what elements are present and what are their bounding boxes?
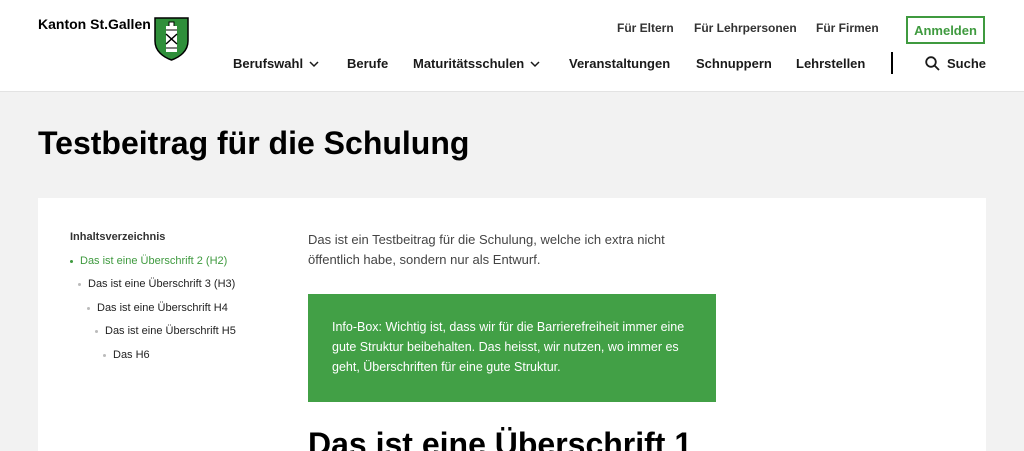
bullet-dot-icon	[87, 306, 90, 310]
page-title: Testbeitrag für die Schulung	[38, 125, 470, 161]
toc-item-label: Das ist eine Überschrift H4	[97, 302, 228, 314]
bullet-dot-icon	[78, 282, 81, 286]
toc-item-h6[interactable]: Das H6	[103, 349, 150, 361]
toc-item-h3[interactable]: Das ist eine Überschrift 3 (H3)	[78, 278, 235, 290]
toc-item-h4[interactable]: Das ist eine Überschrift H4	[87, 302, 228, 314]
nav-label: Berufe	[347, 56, 389, 71]
chevron-down-icon	[309, 60, 319, 67]
nav-schnuppern[interactable]: Schnuppern	[696, 56, 772, 71]
search-icon	[925, 56, 940, 71]
info-box-text: Info-Box: Wichtig ist, dass wir für die …	[332, 320, 685, 374]
toc-item-h2[interactable]: Das ist eine Überschrift 2 (H2)	[70, 255, 227, 267]
nav-divider	[891, 52, 893, 74]
coat-of-arms-icon[interactable]	[153, 17, 190, 61]
nav-label: Berufswahl	[233, 56, 304, 71]
search-label: Suche	[947, 56, 987, 71]
nav-berufe[interactable]: Berufe	[347, 56, 388, 71]
site-header: Kanton St.Gallen Für Eltern Für Lehrpers…	[0, 0, 1024, 92]
chevron-down-icon	[530, 60, 540, 67]
toc-item-label: Das ist eine Überschrift H5	[105, 325, 236, 337]
nav-label: Maturitätsschulen	[413, 56, 525, 71]
bullet-dot-icon	[103, 353, 106, 357]
nav-label: Lehrstellen	[796, 56, 866, 71]
toc-item-label: Das H6	[113, 349, 150, 361]
toc-title: Inhaltsverzeichnis	[70, 231, 166, 243]
toc-item-label: Das ist eine Überschrift 2 (H2)	[80, 255, 228, 267]
brand-name[interactable]: Kanton St.Gallen	[38, 16, 151, 32]
nav-maturitaetsschulen[interactable]: Maturitätsschulen	[413, 56, 540, 71]
bullet-dot-icon	[95, 329, 98, 333]
util-link-eltern[interactable]: Für Eltern	[617, 21, 674, 35]
nav-berufswahl[interactable]: Berufswahl	[233, 56, 319, 71]
util-link-firmen[interactable]: Für Firmen	[816, 21, 879, 35]
info-box: Info-Box: Wichtig ist, dass wir für die …	[308, 294, 716, 402]
util-link-lehrpersonen[interactable]: Für Lehrpersonen	[694, 21, 797, 35]
nav-lehrstellen[interactable]: Lehrstellen	[796, 56, 865, 71]
search-button[interactable]: Suche	[925, 56, 986, 71]
bullet-dot-icon	[70, 259, 73, 263]
nav-label: Veranstaltungen	[569, 56, 671, 71]
toc-item-label: Das ist eine Überschrift 3 (H3)	[88, 278, 236, 290]
intro-text: Das ist ein Testbeitrag für die Schulung…	[308, 232, 665, 267]
content-heading: Das ist eine Überschrift 1	[308, 426, 693, 451]
toc-item-h5[interactable]: Das ist eine Überschrift H5	[95, 325, 236, 337]
login-button[interactable]: Anmelden	[906, 16, 985, 44]
nav-label: Schnuppern	[696, 56, 772, 71]
nav-veranstaltungen[interactable]: Veranstaltungen	[569, 56, 670, 71]
